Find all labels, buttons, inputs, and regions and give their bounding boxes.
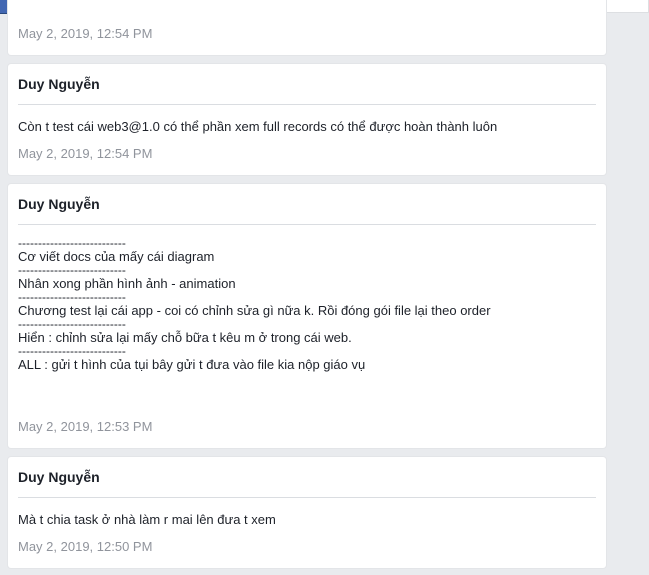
separator-line: --------------------------- (18, 344, 126, 358)
message-timestamp: May 2, 2019, 12:54 PM (18, 146, 153, 161)
separator-line: --------------------------- (18, 317, 126, 331)
message-body: Còn t test cái web3@1.0 có thể phần xem … (18, 118, 497, 135)
right-sidebar (616, 13, 649, 575)
card-divider (18, 104, 596, 105)
card-divider (18, 224, 596, 225)
message-body: --------------------------- Cơ viết docs… (18, 236, 491, 373)
message-card: Duy Nguyễn Còn t test cái web3@1.0 có th… (8, 64, 606, 175)
author-name[interactable]: Duy Nguyễn (18, 469, 100, 485)
message-card: Duy Nguyễn Mà t chia task ở nhà làm r ma… (8, 457, 606, 568)
separator-line: --------------------------- (18, 263, 126, 277)
message-line: ALL : gửi t hình của tụi bây gửi t đưa v… (18, 357, 366, 372)
author-name[interactable]: Duy Nguyễn (18, 76, 100, 92)
message-line: Mà t chia task ở nhà làm r mai lên đưa t… (18, 512, 276, 527)
separator-line: --------------------------- (18, 236, 126, 250)
message-card: Duy Nguyễn --------------------------- C… (8, 184, 606, 448)
message-body: Mà t chia task ở nhà làm r mai lên đưa t… (18, 511, 276, 528)
message-line: Còn t test cái web3@1.0 có thể phần xem … (18, 119, 498, 134)
card-divider (18, 497, 596, 498)
message-card: May 2, 2019, 12:54 PM (8, 0, 606, 55)
author-name[interactable]: Duy Nguyễn (18, 196, 100, 212)
message-timestamp: May 2, 2019, 12:50 PM (18, 539, 153, 554)
message-timestamp: May 2, 2019, 12:54 PM (18, 26, 153, 41)
separator-line: --------------------------- (18, 290, 126, 304)
message-timestamp: May 2, 2019, 12:53 PM (18, 419, 153, 434)
